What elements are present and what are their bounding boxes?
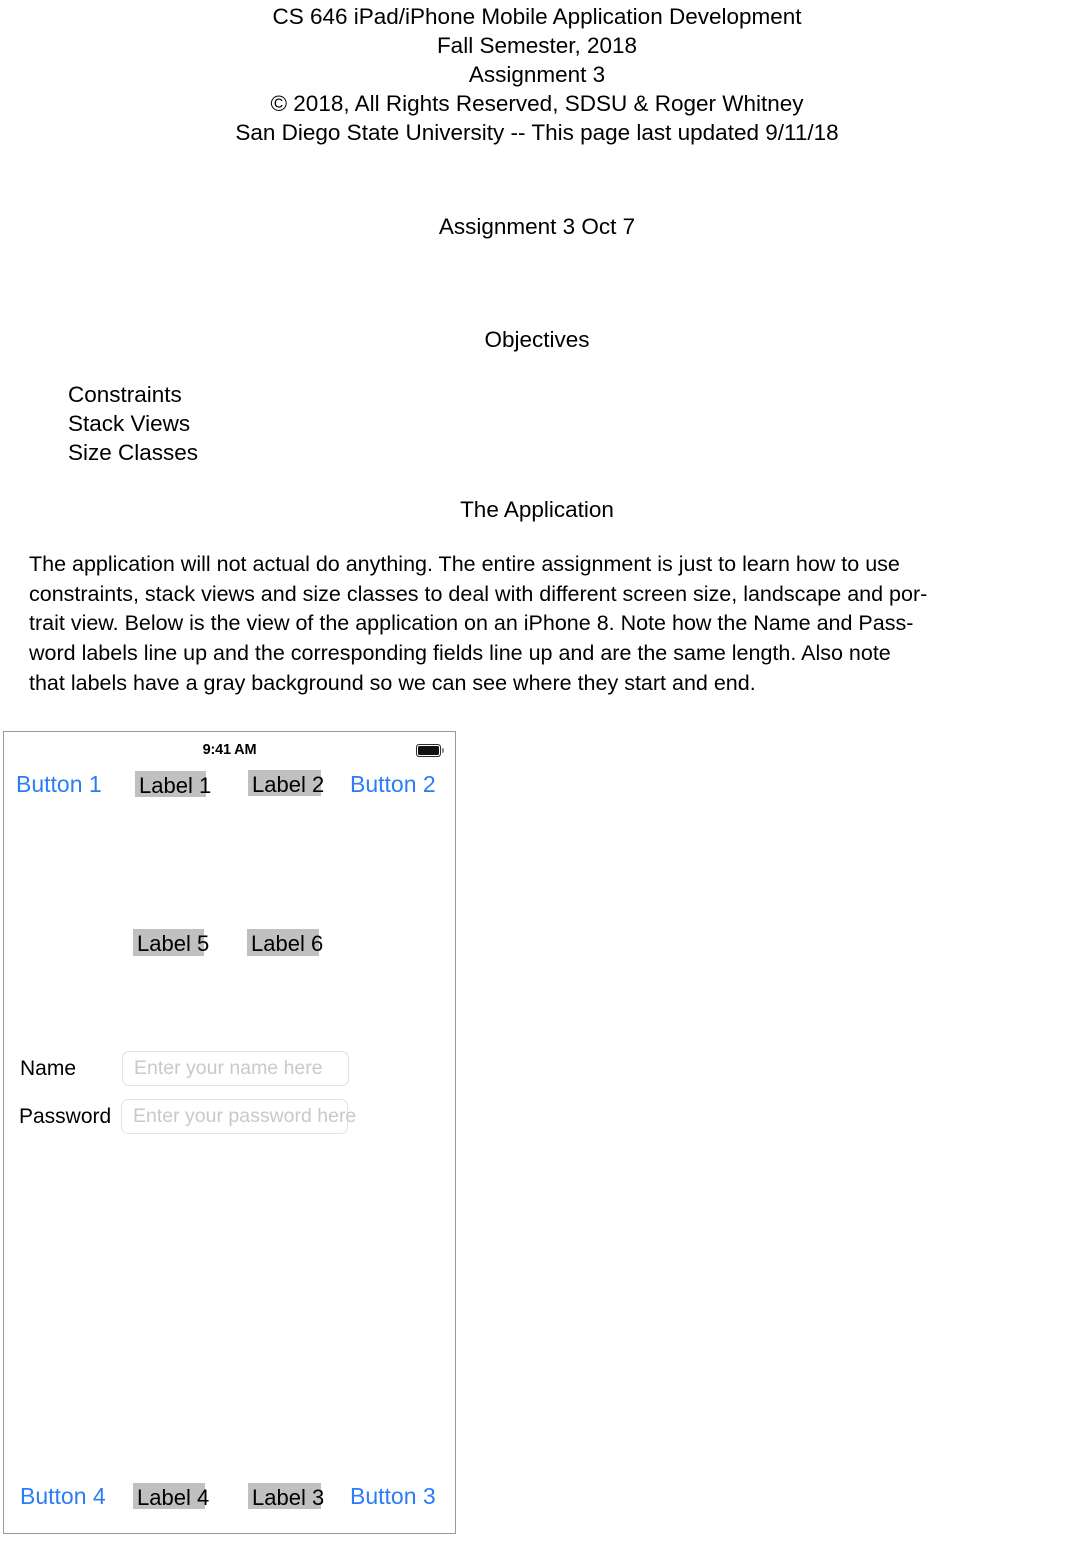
header-line-assignment: Assignment 3 xyxy=(468,62,606,87)
assignment-title-block: Assignment 3 Oct 7 xyxy=(0,212,1074,241)
password-label: Password xyxy=(19,1105,112,1128)
objective-item-constraints: Constraints xyxy=(68,382,182,407)
name-input-placeholder: Enter your name here xyxy=(134,1057,323,1079)
assignment-due-date: Oct 7 xyxy=(581,214,636,239)
battery-full-icon xyxy=(416,744,445,757)
objective-item-stack-views: Stack Views xyxy=(68,411,191,436)
paragraph-line-3: trait view. Below is the view of the app… xyxy=(29,611,914,636)
header-line-course: CS 646 iPad/iPhone Mobile Application De… xyxy=(272,4,802,29)
name-label: Name xyxy=(20,1057,77,1080)
header-line-copyright: © 2018, All Rights Reserved, SDSU & Roge… xyxy=(270,91,804,116)
objective-item-size-classes: Size Classes xyxy=(68,440,199,465)
status-bar-time: 9:41 AM xyxy=(202,742,257,758)
battery-fill xyxy=(418,746,439,755)
header-line-university: San Diego State University -- This page … xyxy=(235,120,839,145)
password-input[interactable]: Enter your password here xyxy=(121,1099,356,1134)
button-2[interactable]: Button 2 xyxy=(350,771,436,798)
button-4[interactable]: Button 4 xyxy=(20,1483,106,1510)
header-line-semester: Fall Semester, 2018 xyxy=(436,33,638,58)
paragraph-line-1: The application will not actual do anyth… xyxy=(29,552,900,576)
paragraph-line-5: that labels have a gray background so we… xyxy=(29,670,756,695)
label-6: Label 6 xyxy=(247,929,323,956)
paragraph-line-2: constraints, stack views and size classe… xyxy=(29,581,928,606)
label-3: Label 3 xyxy=(248,1483,324,1510)
objectives-list: Constraints Stack Views Size Classes xyxy=(68,380,198,467)
assignment-title: Assignment 3 xyxy=(438,214,576,239)
name-input[interactable]: Enter your name here xyxy=(122,1051,349,1086)
status-bar: 9:41 AM xyxy=(4,732,455,760)
objectives-heading: Objectives xyxy=(484,327,590,352)
label-5: Label 5 xyxy=(133,929,209,956)
application-description-paragraph: The application will not actual do anyth… xyxy=(29,550,1049,699)
button-1[interactable]: Button 1 xyxy=(16,771,102,798)
document-header: CS 646 iPad/iPhone Mobile Application De… xyxy=(0,2,1074,147)
paragraph-line-4: word labels line up and the correspondin… xyxy=(29,641,891,666)
label-4: Label 4 xyxy=(133,1483,209,1510)
button-3[interactable]: Button 3 xyxy=(350,1483,436,1510)
password-input-placeholder: Enter your password here xyxy=(133,1105,357,1127)
label-1: Label 1 xyxy=(135,771,211,798)
label-2: Label 2 xyxy=(248,770,324,797)
application-heading: The Application xyxy=(460,497,614,522)
